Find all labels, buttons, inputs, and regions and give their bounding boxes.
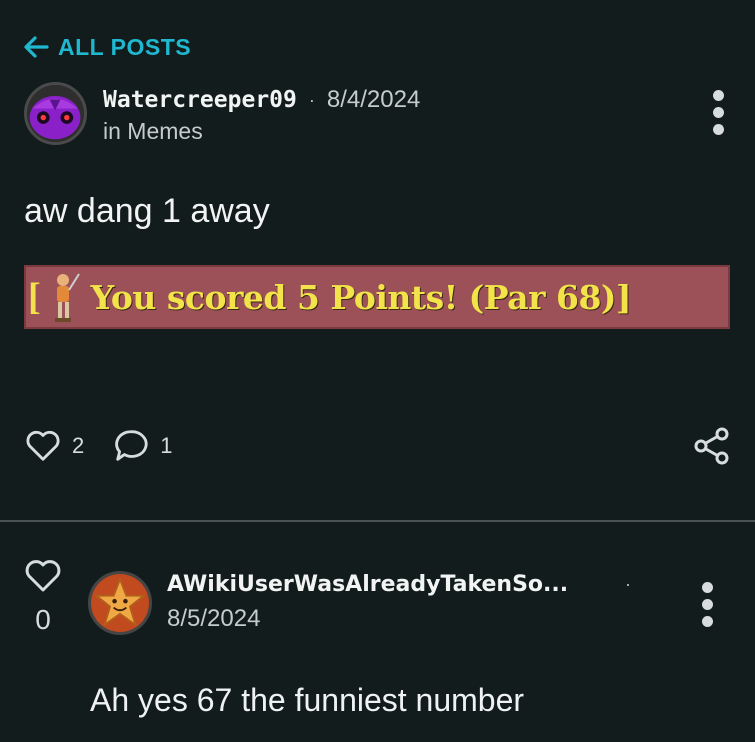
comment-date: 8/5/2024 [167,605,261,632]
all-posts-label: ALL POSTS [58,33,192,60]
heart-icon [26,430,60,461]
post-username[interactable]: Watercreeper09 [103,87,297,113]
bracket-open: [ [28,276,41,318]
post-image[interactable]: [ You scored 5 Points! (Par 68)] [24,265,730,329]
comment: 0 AWikiUserWasAlreadyTakenSo... · 8/5/20… [0,540,755,740]
comment-bubble-icon [115,430,148,461]
golfer-icon [54,273,80,322]
separator-dot: · [308,89,315,110]
comment-more-options-icon[interactable] [699,582,715,627]
share-icon [694,427,729,465]
post-text: aw dang 1 away [24,192,270,230]
heart-icon[interactable] [23,556,63,596]
comment-like-count: 0 [35,604,51,635]
comment-button[interactable]: 1 [112,427,173,465]
avatar[interactable] [24,82,87,145]
post-category[interactable]: in Memes [103,118,420,145]
creeper-avatar-icon [27,85,84,142]
share-button[interactable] [692,426,732,471]
like-button[interactable]: 2 [24,427,84,465]
arrow-left-icon [24,36,49,58]
score-text: You scored 5 Points! (Par 68)] [90,277,632,317]
star-avatar-icon [91,574,149,632]
post-date: 8/4/2024 [326,86,421,113]
post-actions: 2 1 [24,424,732,468]
comment-text: Ah yes 67 the funniest number [90,682,525,718]
comment-username[interactable]: AWikiUserWasAlreadyTakenSo... [167,572,607,597]
all-posts-link[interactable]: ALL POSTS [22,33,191,61]
comment-meta: AWikiUserWasAlreadyTakenSo... · 8/5/2024 [167,572,631,633]
comment-vote: 0 [22,556,64,636]
separator-dot: · [625,574,631,594]
post-more-options-icon[interactable] [710,90,726,135]
comment-avatar[interactable] [88,571,152,635]
post-meta: Watercreeper09 · 8/4/2024 in Memes [103,86,420,145]
like-count: 2 [72,433,85,458]
comment-count: 1 [160,433,173,458]
post-header: Watercreeper09 · 8/4/2024 in Memes [24,82,734,146]
divider [0,520,755,522]
